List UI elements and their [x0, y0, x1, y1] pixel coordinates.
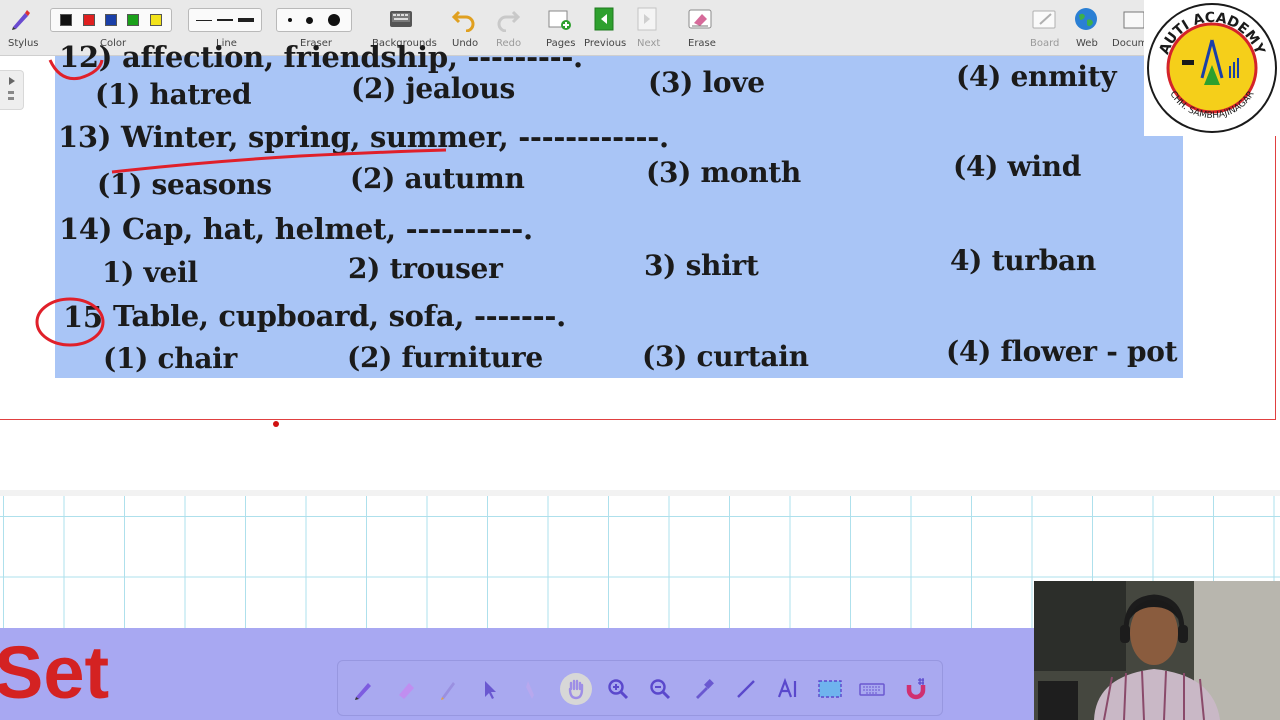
highlighter-tool[interactable]	[390, 673, 422, 705]
text-ai-icon	[777, 677, 797, 698]
keyboard-background-icon	[390, 11, 412, 27]
color-swatch-black[interactable]	[60, 14, 73, 26]
q15-option-4: (4) flower - pot	[946, 335, 1178, 368]
q13-option-1: (1) seasons	[97, 168, 272, 201]
marker-tool[interactable]	[432, 673, 464, 705]
pan-tool[interactable]	[560, 673, 592, 705]
redo-icon	[497, 10, 521, 32]
screen-capture-icon	[818, 680, 842, 698]
board-set-text: Set	[0, 631, 110, 714]
erase-label: Erase	[688, 38, 716, 49]
drawing-toolbar	[337, 660, 943, 716]
zoom-out-icon	[650, 679, 671, 700]
pointer-hand-icon	[526, 681, 534, 699]
highlighter-icon	[399, 683, 414, 699]
web-button[interactable]: Web	[1070, 0, 1102, 56]
q14-option-2: 2) trouser	[348, 252, 503, 285]
previous-button[interactable]: Previous	[584, 0, 627, 56]
academy-seal-icon: AUTI ACADEMY CHH. SAMBHAJINAGAR	[1147, 3, 1277, 133]
color-swatch-yellow[interactable]	[149, 14, 162, 26]
eyedropper-tool[interactable]	[688, 673, 720, 705]
pen-cursor-dot	[273, 421, 279, 427]
zoom-in-tool[interactable]	[602, 673, 634, 705]
magnet-tool[interactable]	[900, 673, 932, 705]
q12-option-1: (1) hatred	[95, 78, 252, 111]
academy-logo: AUTI ACADEMY CHH. SAMBHAJINAGAR	[1144, 0, 1280, 136]
color-swatch-green[interactable]	[127, 14, 140, 26]
eyedropper-icon	[696, 679, 714, 699]
keyboard-tool[interactable]	[856, 673, 888, 705]
q15-option-3: (3) curtain	[642, 340, 809, 373]
magnet-icon	[906, 678, 926, 700]
pointer-tool[interactable]	[516, 673, 548, 705]
presenter-video-icon	[1034, 581, 1280, 720]
board-icon	[1032, 10, 1056, 29]
line-thin[interactable]	[195, 19, 212, 21]
zoom-in-icon	[608, 679, 629, 700]
q13-option-2: (2) autumn	[350, 162, 525, 195]
question-14: 14) Cap, hat, helmet, ----------.	[59, 212, 533, 246]
side-panel-toggle[interactable]	[0, 70, 24, 110]
eraser-small[interactable]	[288, 18, 293, 22]
next-button[interactable]: Next	[632, 0, 662, 56]
eraser-sizes	[276, 8, 352, 32]
web-label: Web	[1076, 38, 1098, 49]
next-page-icon	[637, 7, 657, 31]
select-arrow-icon	[485, 681, 496, 699]
eraser-large[interactable]	[327, 14, 340, 26]
webcam-feed	[1034, 581, 1280, 720]
line-draw-tool[interactable]	[730, 673, 762, 705]
q14-option-3: 3) shirt	[644, 249, 759, 282]
q12-option-4: (4) enmity	[956, 60, 1117, 93]
q12-option-2: (2) jealous	[351, 72, 515, 105]
line-medium[interactable]	[216, 19, 233, 21]
eraser-medium[interactable]	[306, 16, 314, 24]
color-swatches	[50, 8, 172, 32]
worksheet-scan: 12) affection, friendship, ---------. (1…	[55, 40, 1183, 378]
pen-icon	[355, 683, 371, 700]
q13-option-3: (3) month	[646, 156, 801, 189]
stylus-label: Stylus	[8, 38, 39, 49]
q15-option-1: (1) chair	[103, 342, 237, 375]
q14-option-4: 4) turban	[950, 244, 1096, 277]
screen-capture-tool[interactable]	[814, 673, 846, 705]
board-button[interactable]: Board	[1028, 0, 1060, 56]
color-swatch-red[interactable]	[82, 14, 95, 26]
select-tool[interactable]	[474, 673, 506, 705]
expand-arrow-icon	[8, 77, 15, 100]
zoom-out-tool[interactable]	[644, 673, 676, 705]
previous-label: Previous	[584, 38, 627, 49]
stylus-tool[interactable]: Stylus	[4, 0, 39, 56]
next-label: Next	[637, 38, 661, 49]
question-12-partial: 12) affection, friendship, ---------.	[59, 40, 583, 74]
q12-option-3: (3) love	[648, 66, 765, 99]
q13-option-4: (4) wind	[953, 150, 1082, 183]
q14-option-1: 1) veil	[102, 256, 198, 289]
color-swatch-blue[interactable]	[104, 14, 117, 26]
marker-icon	[441, 682, 455, 700]
line-icon	[737, 680, 755, 698]
add-page-icon	[548, 10, 571, 30]
documents-label: Docum	[1112, 38, 1148, 49]
pen-tool[interactable]	[348, 673, 380, 705]
text-tool[interactable]	[772, 673, 804, 705]
q15-option-2: (2) furniture	[347, 341, 543, 374]
question-15-number: 15	[63, 300, 103, 334]
erase-page-icon	[688, 9, 712, 29]
documents-button[interactable]: Docum	[1110, 0, 1148, 56]
line-thick[interactable]	[238, 18, 255, 22]
undo-icon	[451, 10, 475, 32]
question-15: Table, cupboard, sofa, -------.	[113, 299, 566, 333]
pan-hand-icon	[568, 679, 584, 700]
globe-icon	[1075, 8, 1097, 30]
keyboard-icon	[859, 683, 885, 696]
question-13: 13) Winter, spring, summer, ------------…	[58, 120, 669, 154]
stylus-icon	[12, 10, 30, 30]
previous-page-icon	[594, 7, 614, 31]
board-label: Board	[1030, 38, 1060, 49]
line-widths	[188, 8, 262, 32]
erase-button[interactable]: Erase	[684, 0, 716, 56]
